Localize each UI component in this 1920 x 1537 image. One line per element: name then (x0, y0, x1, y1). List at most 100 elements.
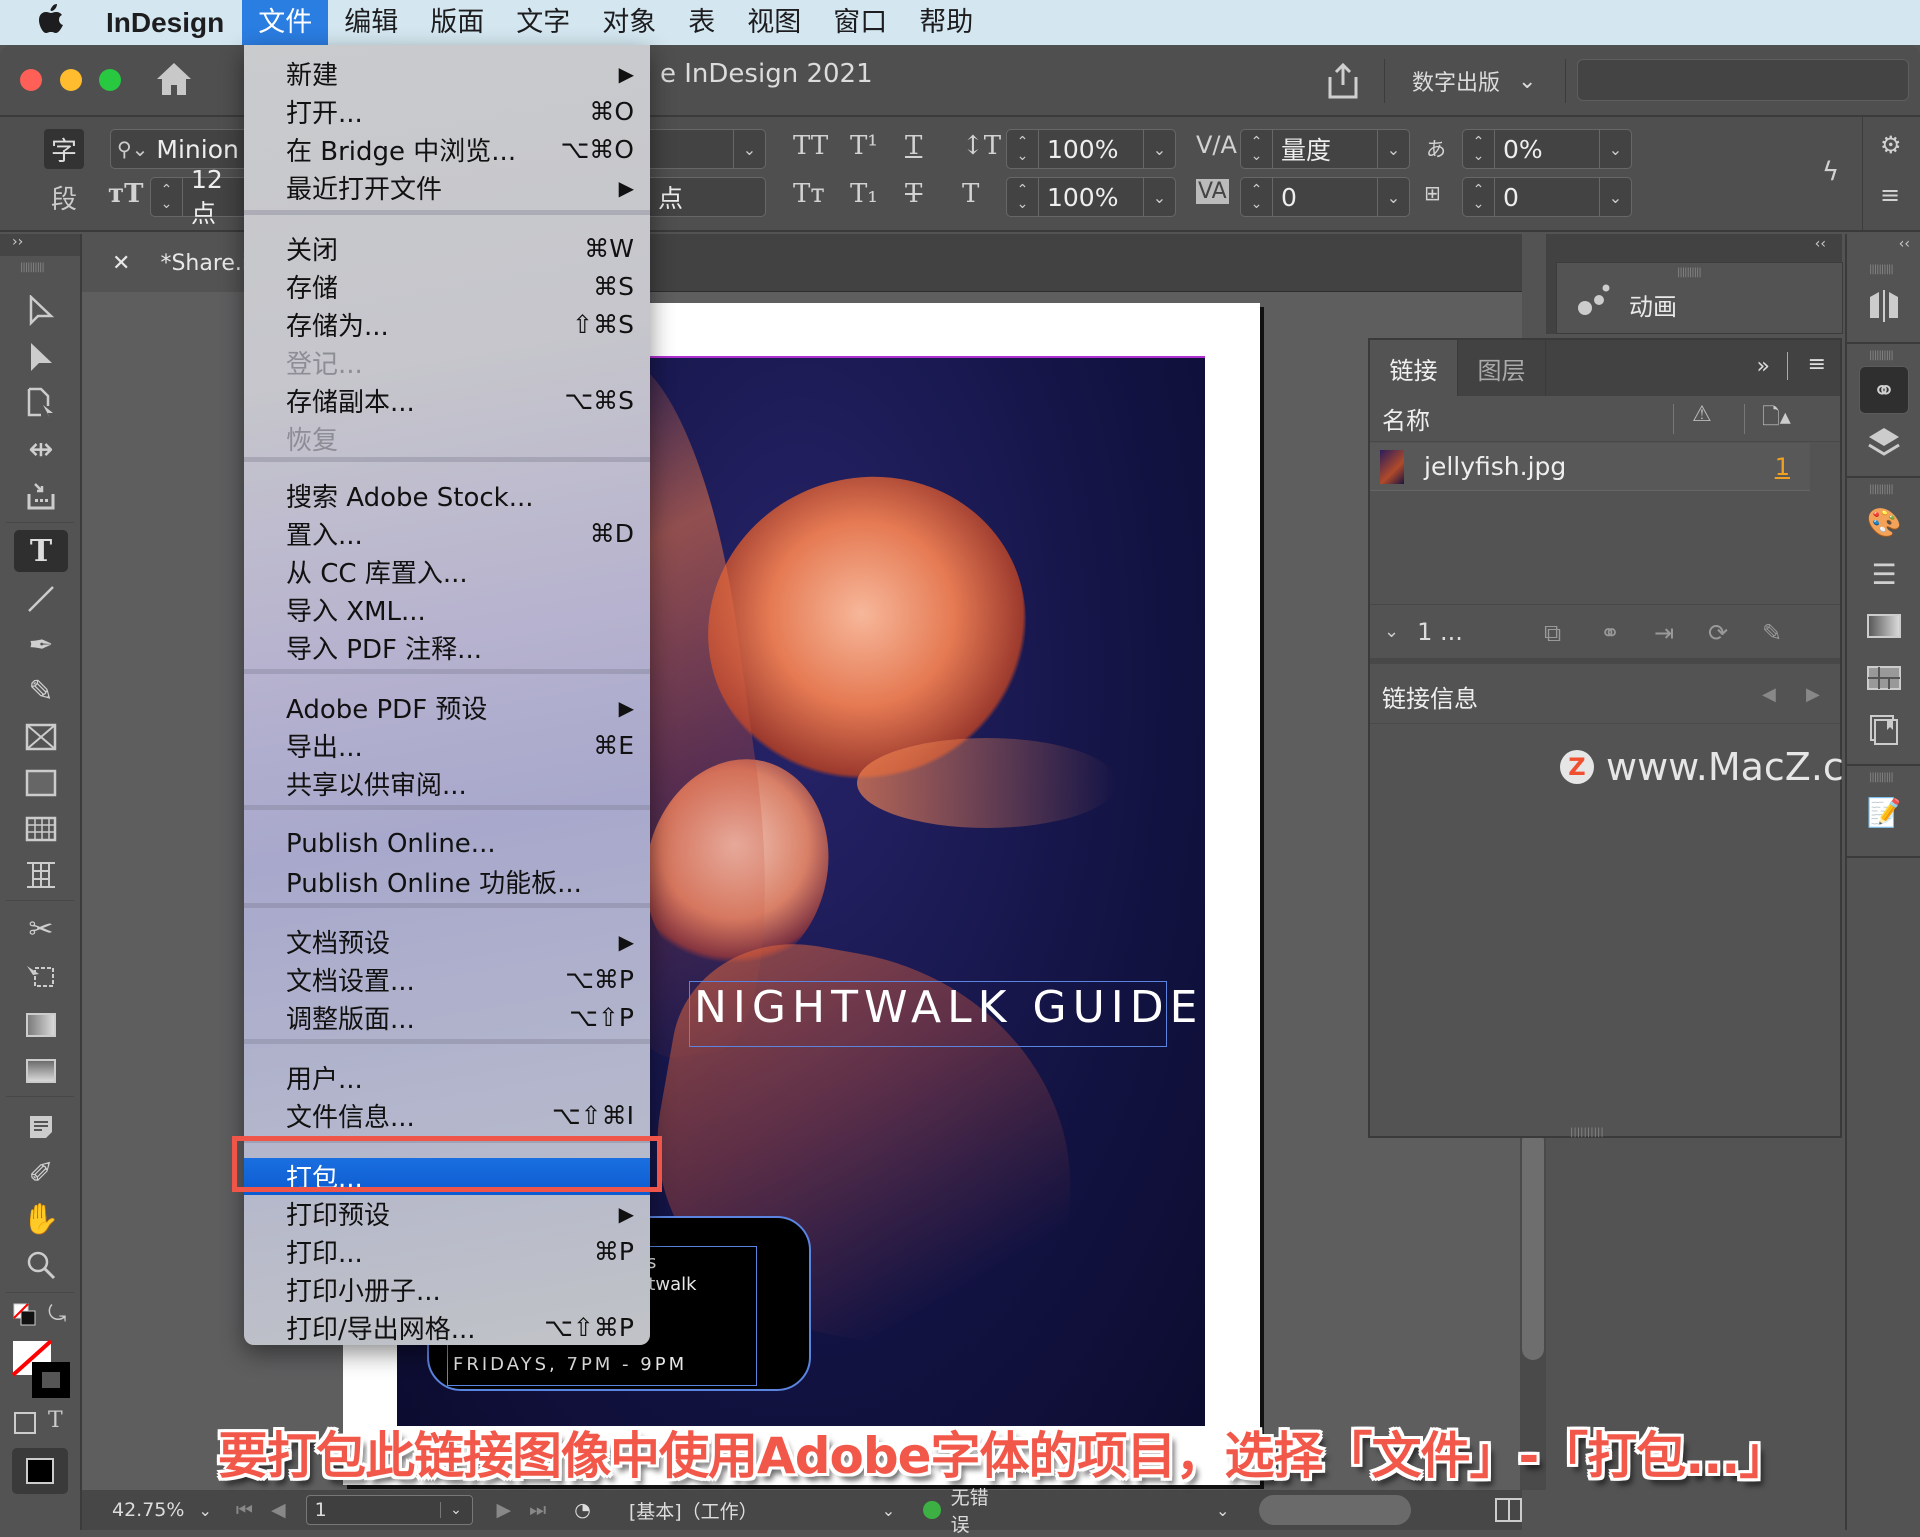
panel-grip[interactable]: |||||||||| (1869, 484, 1894, 495)
chevron-down-icon[interactable]: ⌄ (733, 130, 765, 168)
menu-view[interactable]: 视图 (731, 0, 817, 45)
menu-help[interactable]: 帮助 (903, 0, 989, 45)
pages-panel-icon[interactable] (1859, 284, 1909, 328)
menu-item[interactable]: 打印/导出网格... ⌥⇧⌘P (244, 1309, 650, 1346)
layers-panel-icon[interactable] (1859, 420, 1909, 464)
panel-grip[interactable]: |||||||||| (1869, 772, 1894, 783)
font-style-field[interactable]: ⌄ (650, 129, 766, 169)
type-tool-icon[interactable]: T (14, 530, 68, 572)
animation-panel-tab[interactable]: |||||||||| 动画 (1556, 262, 1843, 334)
scissors-tool-icon[interactable]: ✂ (14, 908, 68, 950)
link-info-header[interactable]: 链接信息 ◀ ▶ (1370, 670, 1840, 724)
menu-file[interactable]: 文件 (242, 0, 329, 45)
chevron-down-icon[interactable]: ⌄ (439, 1502, 472, 1518)
pencil-tool-icon[interactable]: ✎ (14, 670, 68, 712)
page-tool-icon[interactable] (14, 382, 68, 424)
menu-item[interactable]: 关闭 ⌘W (244, 230, 650, 267)
chevron-down-icon[interactable]: ⌄ (882, 1501, 895, 1520)
zoom-tool-icon[interactable] (14, 1244, 68, 1286)
menu-item[interactable]: 调整版面... ⌥⇧P (244, 999, 650, 1036)
heading-text-frame[interactable]: NIGHTWALK GUIDE (689, 981, 1197, 1047)
character-mode-tab[interactable]: 字 (44, 129, 84, 169)
link-page-number[interactable]: 1 (1775, 453, 1790, 481)
zoom-level[interactable]: 42.75% (112, 1499, 184, 1521)
links-panel-icon[interactable]: ⚭ (1859, 366, 1909, 414)
menu-item[interactable]: Publish Online... (244, 825, 650, 862)
fill-stroke-swatch[interactable] (11, 1339, 72, 1400)
scrollbar-thumb[interactable] (1522, 1130, 1544, 1360)
grid-spacing-field[interactable]: ⌃ ⌄ 0 ⌄ (1462, 177, 1632, 217)
subscript-icon[interactable]: T₁ (850, 179, 878, 209)
stepper-icon[interactable]: ⌃ ⌄ (1463, 178, 1495, 216)
menu-item[interactable]: 存储副本... ⌥⌘S (244, 382, 650, 419)
menu-item[interactable]: 置入... ⌘D (244, 515, 650, 552)
panel-menu-icon[interactable]: ≡ (1880, 181, 1900, 209)
stepper-icon[interactable]: ⌃ ⌄ (1241, 130, 1273, 168)
kerning-field[interactable]: ⌃ ⌄ 量度 ⌄ (1240, 129, 1410, 169)
expand-panel-icon[interactable]: ›› (0, 234, 80, 256)
previous-page-icon[interactable]: ◀ (271, 1499, 286, 1521)
gradient-swatch-tool-icon[interactable] (14, 1004, 68, 1046)
all-caps-icon[interactable]: TT (793, 131, 828, 161)
go-to-link-icon[interactable]: ⇥ (1654, 619, 1674, 647)
formatting-container-icon[interactable] (14, 1412, 36, 1434)
horizontal-scale-field[interactable]: ⌃ ⌄ 100% ⌄ (1006, 177, 1176, 217)
grid-columns-tool-icon[interactable] (14, 854, 68, 896)
menu-item[interactable]: 导入 XML... (244, 591, 650, 628)
minimize-window-button[interactable] (60, 69, 82, 91)
share-icon[interactable] (1326, 62, 1360, 99)
vertical-scale-field[interactable]: ⌃ ⌄ 100% ⌄ (1006, 129, 1176, 169)
stroke-panel-icon[interactable]: ☰ (1859, 552, 1909, 596)
apple-menu-icon[interactable] (38, 3, 98, 42)
small-caps-icon[interactable]: Tᴛ (793, 179, 825, 209)
tracking-field[interactable]: ⌃ ⌄ 0 ⌄ (1240, 177, 1410, 217)
home-icon[interactable] (155, 61, 193, 97)
menu-item[interactable]: 打印... ⌘P (244, 1233, 650, 1270)
panel-menu-icon[interactable]: ≡ (1808, 352, 1826, 377)
tab-links[interactable]: 链接 (1370, 340, 1458, 396)
app-menu[interactable]: InDesign (106, 7, 224, 39)
note-tool-icon[interactable] (14, 1106, 68, 1148)
last-page-icon[interactable]: ⏭ (529, 1499, 546, 1521)
chevron-down-icon[interactable]: ⌄ (1599, 130, 1631, 168)
update-link-icon[interactable]: ⟳ (1708, 619, 1728, 647)
warning-icon[interactable]: ⚠ (1692, 402, 1712, 427)
menu-type[interactable]: 文字 (500, 0, 586, 45)
free-transform-tool-icon[interactable] (14, 956, 68, 998)
quick-actions-icon[interactable]: ϟ (1822, 157, 1839, 187)
chevron-down-icon[interactable]: ⌄ (1143, 130, 1175, 168)
menu-item[interactable]: 导入 PDF 注释... (244, 629, 650, 666)
menu-item[interactable]: 新建 ▶ (244, 55, 650, 92)
pen-tool-icon[interactable]: ✒ (14, 624, 68, 666)
menu-item[interactable]: 在 Bridge 中浏览... ⌥⌘O (244, 131, 650, 168)
formatting-text-icon[interactable]: T (48, 1408, 63, 1433)
next-page-icon[interactable]: ▶ (497, 1499, 512, 1521)
close-tab-icon[interactable]: ✕ (112, 251, 130, 276)
preflight-profile[interactable]: [基本]（工作） (629, 1497, 758, 1524)
relink-icon[interactable]: ⚭ (1600, 619, 1620, 647)
swap-fill-stroke-icon[interactable]: ⤿ (48, 1302, 66, 1327)
menu-item[interactable]: Adobe PDF 预设 ▶ (244, 689, 650, 726)
menu-item[interactable]: 文档设置... ⌥⌘P (244, 961, 650, 998)
preflight-icon[interactable]: ◔ (574, 1499, 591, 1521)
panel-grip[interactable]: |||||||||| (1677, 267, 1702, 278)
gear-icon[interactable]: ⚙ (1880, 131, 1902, 159)
tsume-field[interactable]: ⌃ ⌄ 0% ⌄ (1462, 129, 1632, 169)
eyedropper-tool-icon[interactable]: ✐ (14, 1152, 68, 1194)
menu-item[interactable]: 文件信息... ⌥⇧⌘I (244, 1097, 650, 1134)
menu-item[interactable]: 文档预设 ▶ (244, 923, 650, 960)
table-tool-icon[interactable] (14, 808, 68, 850)
stepper-icon[interactable]: ⌃ ⌄ (1241, 178, 1273, 216)
menu-item[interactable]: 存储 ⌘S (244, 268, 650, 305)
superscript-icon[interactable]: T¹ (850, 131, 878, 161)
split-view-icon[interactable] (1494, 1498, 1522, 1522)
collapse-panel-icon[interactable]: ‹‹ (1899, 236, 1910, 252)
content-collector-icon[interactable] (14, 474, 68, 516)
chevron-down-icon[interactable]: ⌄ (1599, 178, 1631, 216)
menu-item[interactable]: 最近打开文件 ▶ (244, 169, 650, 206)
panel-grip[interactable]: |||||||||| (1869, 264, 1894, 275)
menu-item[interactable]: Publish Online 功能板... (244, 863, 650, 900)
menu-item[interactable]: 共享以供审阅... (244, 765, 650, 802)
menu-item[interactable]: 导出... ⌘E (244, 727, 650, 764)
stepper-icon[interactable]: ⌃ ⌄ (1463, 130, 1495, 168)
